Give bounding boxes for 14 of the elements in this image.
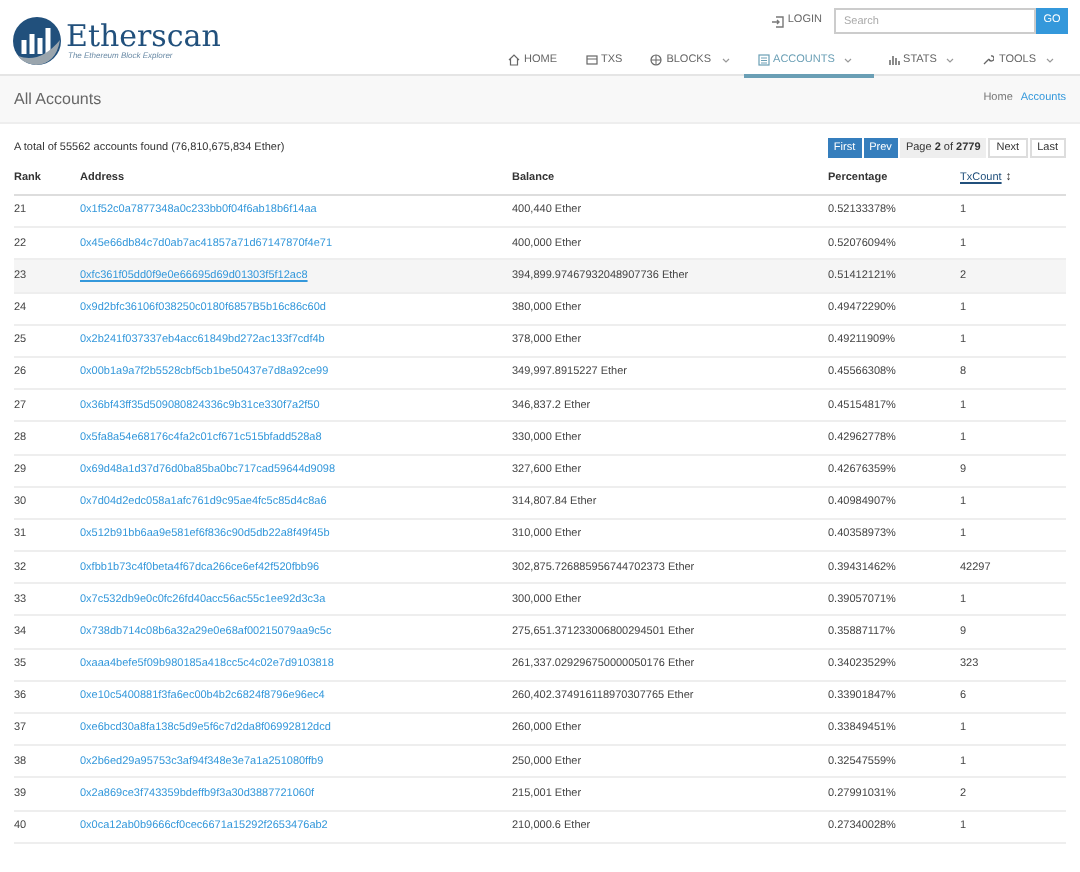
caret-icon xyxy=(1046,57,1054,63)
caret-icon xyxy=(721,57,730,63)
bar-chart-icon xyxy=(887,54,900,66)
globe-icon xyxy=(650,54,663,66)
list-icon xyxy=(757,54,770,66)
caret-icon xyxy=(844,57,853,63)
logo-title: Etherscan xyxy=(66,22,221,52)
login-icon xyxy=(771,15,784,27)
wrench-icon xyxy=(982,54,995,66)
list-icon xyxy=(585,54,597,66)
caret-icon xyxy=(946,57,955,63)
page-title: All Accounts xyxy=(14,87,102,111)
home-icon xyxy=(508,54,520,66)
logo-icon xyxy=(12,16,62,66)
